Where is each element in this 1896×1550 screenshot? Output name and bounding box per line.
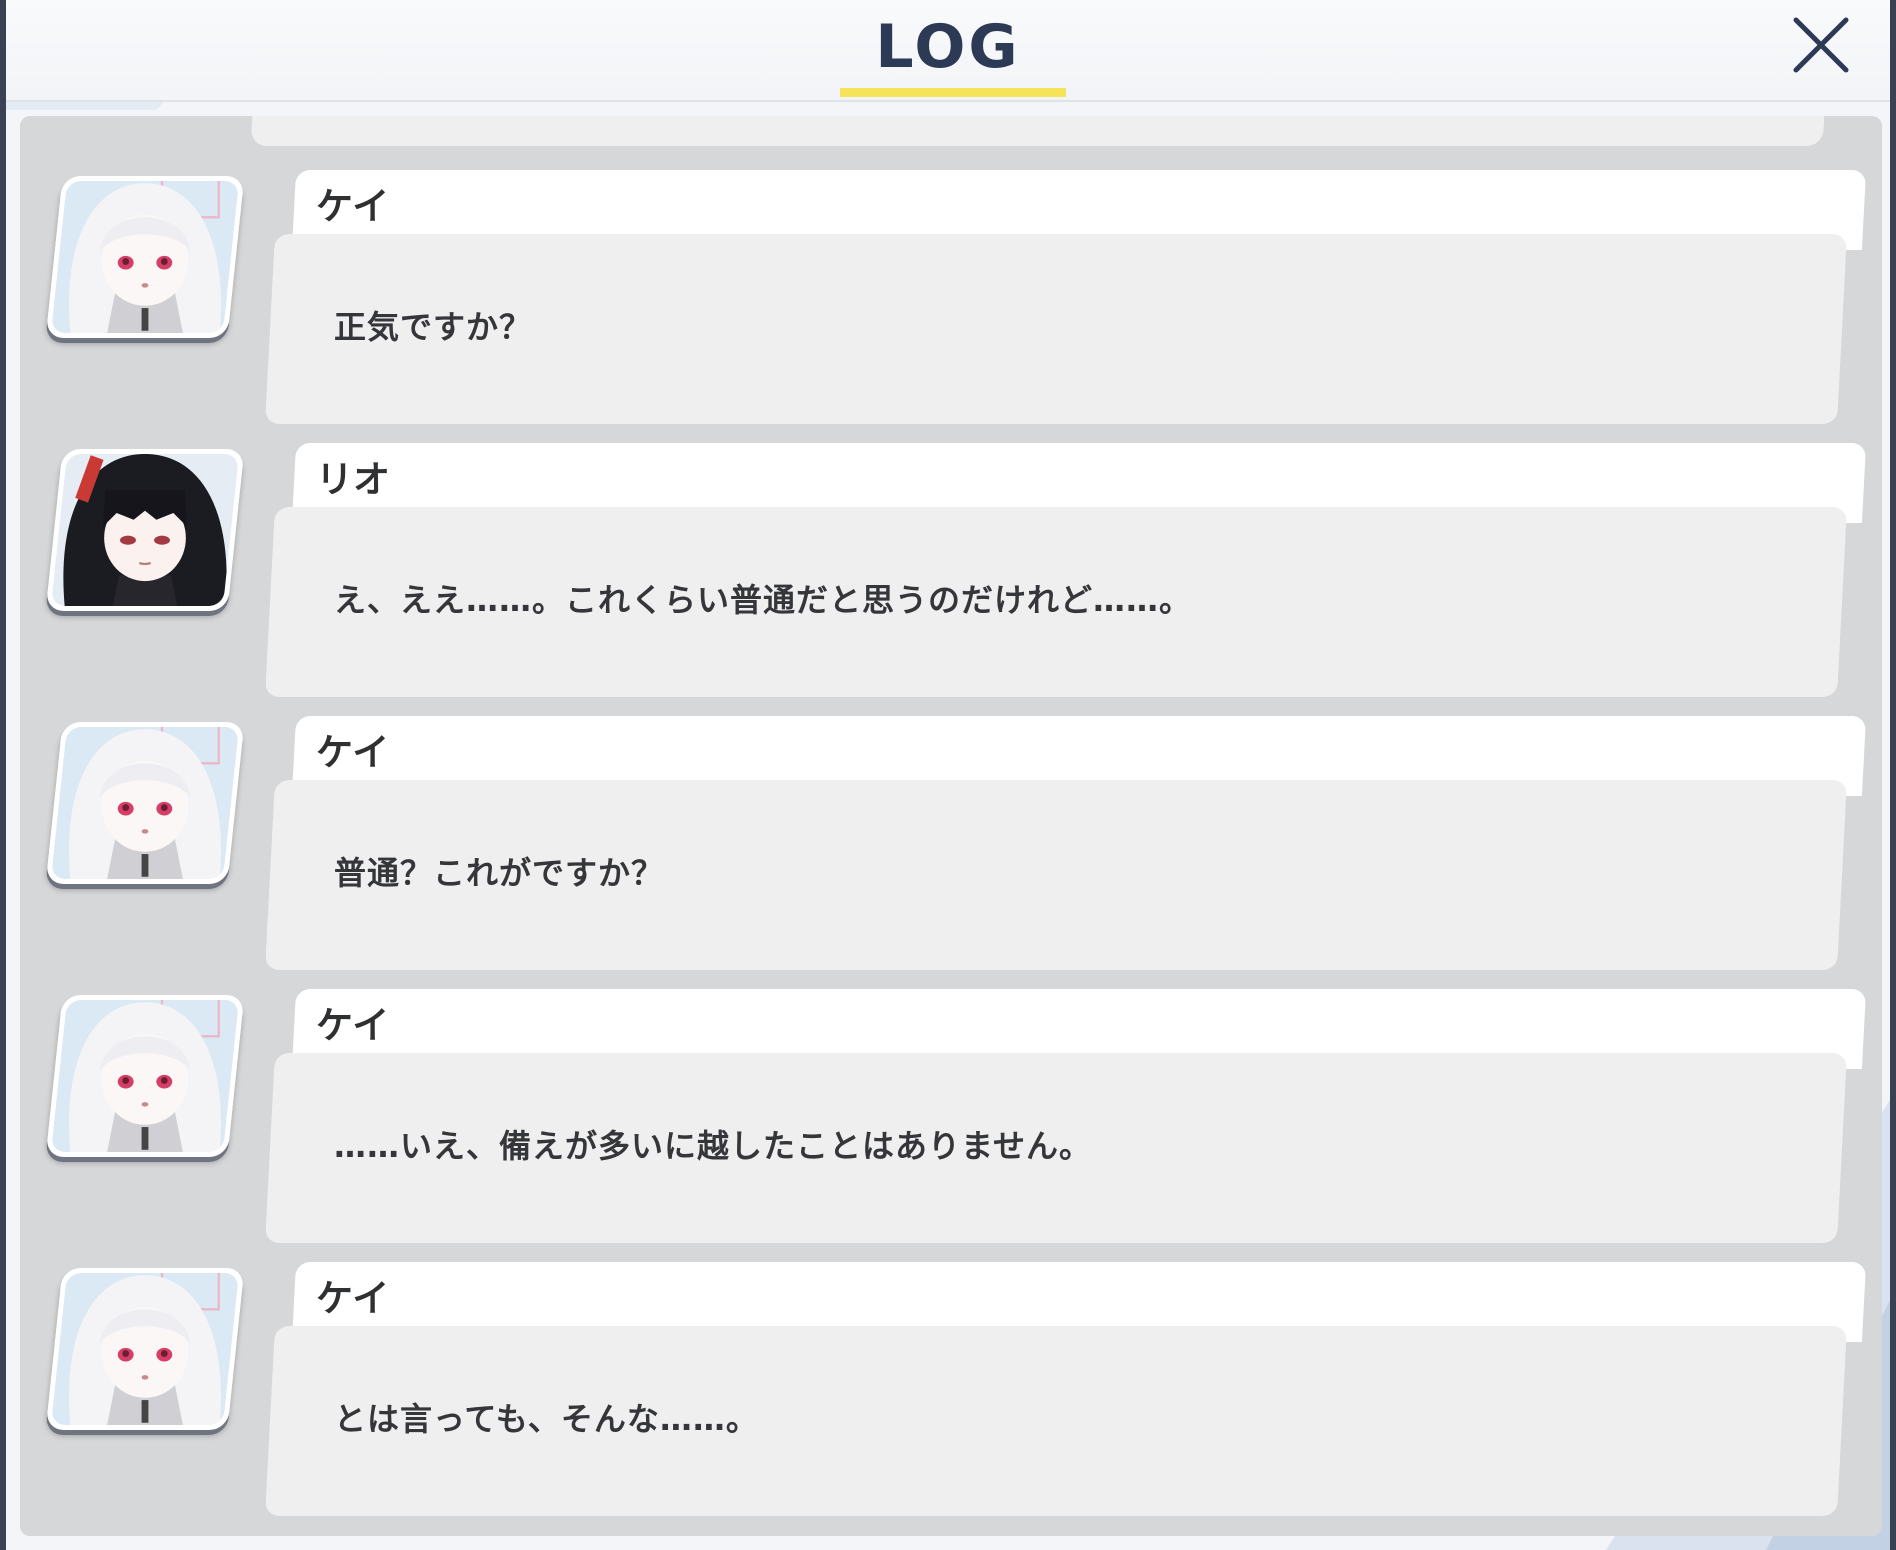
log-header: LOG	[6, 0, 1890, 102]
speech-pointer	[274, 553, 292, 581]
speaker-name: ケイ	[316, 1277, 390, 1320]
log-entry: ケイ 正気ですか？	[20, 170, 1882, 430]
log-scroll-area[interactable]: ケイ 正気ですか？ リオ え、ええ……。これくらい普通だと思うのだけれど……。 …	[20, 116, 1882, 1536]
log-entry: ケイ とは言っても、そんな……。	[20, 1262, 1882, 1522]
message-text: え、ええ……。これくらい普通だと思うのだけれど……。	[334, 581, 1193, 619]
page-title: LOG	[875, 12, 1021, 82]
title-underline	[840, 88, 1066, 97]
kei-portrait-icon	[45, 995, 245, 1157]
speaker-name: ケイ	[316, 731, 390, 774]
kei-portrait-icon	[45, 176, 245, 338]
speech-pointer	[274, 280, 292, 308]
speaker-name: ケイ	[316, 185, 390, 228]
message-text: とは言っても、そんな……。	[334, 1400, 759, 1438]
close-button[interactable]	[1790, 14, 1852, 76]
rio-portrait-icon	[45, 449, 245, 611]
close-icon	[1793, 17, 1849, 73]
log-entry: ケイ ……いえ、備えが多いに越したことはありません。	[20, 989, 1882, 1249]
message-text: 普通？これがですか？	[334, 854, 665, 892]
speech-pointer	[274, 1099, 292, 1127]
log-entry: ケイ 普通？これがですか？	[20, 716, 1882, 976]
log-entry: リオ え、ええ……。これくらい普通だと思うのだけれど……。	[20, 443, 1882, 703]
kei-portrait-icon	[45, 722, 245, 884]
speaker-name: リオ	[316, 458, 390, 501]
message-text: ……いえ、備えが多いに越したことはありません。	[334, 1127, 1093, 1165]
speech-pointer	[274, 826, 292, 854]
kei-portrait-icon	[45, 1268, 245, 1430]
log-window: LOG ケイ 正気ですか？ リオ え、ええ……。これくらい普通だと思うのだけれど…	[6, 0, 1890, 1550]
message-text: 正気ですか？	[334, 308, 533, 346]
previous-entry-fragment	[250, 116, 1826, 146]
speech-pointer	[274, 1372, 292, 1400]
speaker-name: ケイ	[316, 1004, 390, 1047]
